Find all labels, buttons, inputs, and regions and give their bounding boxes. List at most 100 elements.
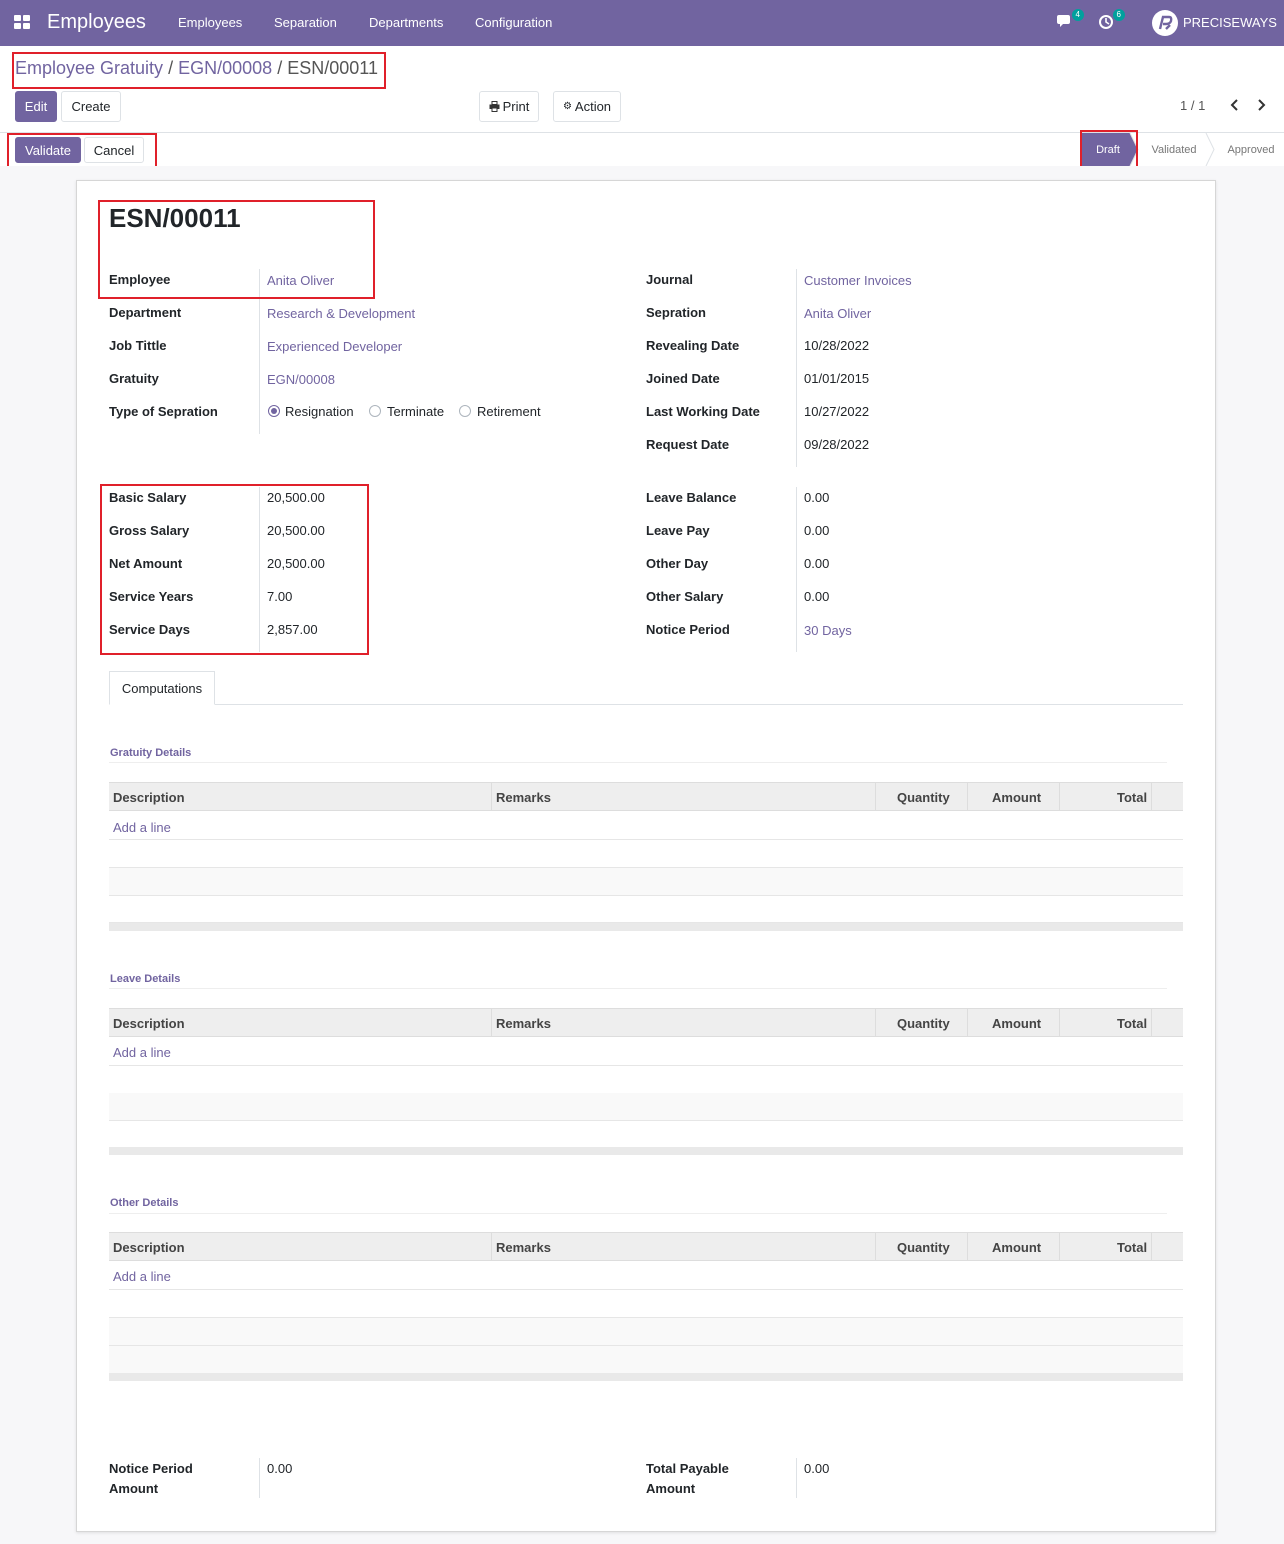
edit-button[interactable]: Edit — [15, 91, 57, 122]
activities-icon[interactable]: 6 — [1097, 9, 1125, 34]
chevron-right-icon[interactable] — [1256, 98, 1268, 115]
radio-retirement-label[interactable]: Retirement — [477, 404, 541, 419]
section-divider — [109, 762, 1167, 763]
gross-salary-value: 20,500.00 — [267, 523, 325, 538]
apps-menu-icon[interactable] — [14, 15, 31, 30]
department-value[interactable]: Research & Development — [267, 306, 415, 321]
col-separator — [1059, 1009, 1060, 1037]
table-footer — [109, 1373, 1183, 1381]
other-details-title: Other Details — [110, 1197, 179, 1209]
radio-resignation[interactable] — [268, 405, 280, 417]
col-amount[interactable]: Amount — [992, 1016, 1041, 1031]
section-divider — [109, 1213, 1167, 1214]
separation-value[interactable]: Anita Oliver — [804, 306, 871, 321]
net-amount-value: 20,500.00 — [267, 556, 325, 571]
radio-retirement[interactable] — [459, 405, 471, 417]
col-remarks[interactable]: Remarks — [496, 1016, 551, 1031]
col-quantity[interactable]: Quantity — [897, 1016, 950, 1031]
gratuity-value[interactable]: EGN/00008 — [267, 372, 335, 387]
journal-label: Journal — [646, 272, 693, 287]
revealing-date-label: Revealing Date — [646, 338, 740, 353]
col-separator — [1151, 783, 1152, 811]
app-title[interactable]: Employees — [47, 11, 146, 34]
action-button[interactable]: ⚙ Action — [553, 91, 621, 122]
table-row — [109, 1093, 1183, 1121]
cancel-button[interactable]: Cancel — [84, 137, 144, 163]
col-total[interactable]: Total — [1117, 790, 1147, 805]
table-row — [109, 1346, 1183, 1374]
radio-resignation-label[interactable]: Resignation — [285, 404, 354, 419]
pager-value[interactable]: 1 / 1 — [1180, 98, 1205, 113]
col-separator — [875, 783, 876, 811]
print-icon — [489, 101, 500, 112]
leave-add-line[interactable]: Add a line — [113, 1045, 171, 1060]
col-remarks[interactable]: Remarks — [496, 790, 551, 805]
separation-type-label: Type of Sepration — [109, 404, 218, 419]
radio-terminate-label[interactable]: Terminate — [387, 404, 444, 419]
col-total[interactable]: Total — [1117, 1240, 1147, 1255]
radio-terminate[interactable] — [369, 405, 381, 417]
table-row — [109, 812, 1183, 840]
create-button[interactable]: Create — [61, 91, 121, 122]
journal-value[interactable]: Customer Invoices — [804, 273, 912, 288]
field-separator — [259, 269, 260, 434]
chevron-left-icon[interactable] — [1228, 98, 1240, 115]
col-remarks[interactable]: Remarks — [496, 1240, 551, 1255]
company-name[interactable]: PRECISEWAYS — [1183, 15, 1277, 30]
col-description[interactable]: Description — [113, 1240, 185, 1255]
messages-icon[interactable]: 4 — [1056, 9, 1084, 34]
col-amount[interactable]: Amount — [992, 790, 1041, 805]
field-separator — [796, 269, 797, 467]
notice-period-amount-value: 0.00 — [267, 1461, 293, 1476]
col-total[interactable]: Total — [1117, 1016, 1147, 1031]
col-quantity[interactable]: Quantity — [897, 1240, 950, 1255]
gratuity-label: Gratuity — [109, 371, 159, 386]
breadcrumb-current: ESN/00011 — [287, 58, 378, 78]
leave-balance-label: Leave Balance — [646, 490, 737, 505]
separation-label: Sepration — [646, 305, 706, 320]
job-title-label: Job Tittle — [109, 338, 167, 353]
basic-salary-value: 20,500.00 — [267, 490, 325, 505]
col-separator — [967, 783, 968, 811]
total-payable-amount-value: 0.00 — [804, 1461, 830, 1476]
breadcrumb-parent[interactable]: EGN/00008 — [178, 58, 272, 78]
leave-details-title: Leave Details — [110, 973, 181, 985]
total-payable-amount-label-line2: Amount — [646, 1481, 696, 1496]
status-step-draft[interactable]: Draft — [1082, 133, 1134, 166]
revealing-date-value: 10/28/2022 — [804, 338, 870, 353]
tab-bar-line — [109, 704, 1183, 705]
record-title: ESN/00011 — [109, 203, 241, 233]
field-separator — [796, 1458, 797, 1498]
col-description[interactable]: Description — [113, 1016, 185, 1031]
menu-separation[interactable]: Separation — [274, 15, 337, 30]
other-add-line[interactable]: Add a line — [113, 1269, 171, 1284]
validate-button[interactable]: Validate — [15, 137, 81, 163]
col-separator — [967, 1009, 968, 1037]
col-amount[interactable]: Amount — [992, 1240, 1041, 1255]
notice-period-value[interactable]: 30 Days — [804, 623, 852, 638]
gratuity-table-header: Description Remarks Quantity Amount Tota… — [109, 782, 1183, 811]
col-separator — [1151, 1009, 1152, 1037]
col-quantity[interactable]: Quantity — [897, 790, 950, 805]
company-logo[interactable] — [1152, 10, 1178, 36]
leave-pay-value: 0.00 — [804, 523, 830, 538]
table-row — [109, 895, 1183, 923]
total-payable-amount-label-line1: Total Payable — [646, 1461, 729, 1476]
gratuity-details-title: Gratuity Details — [110, 747, 192, 759]
menu-departments[interactable]: Departments — [369, 15, 443, 30]
table-row — [109, 868, 1183, 896]
print-button[interactable]: Print — [479, 91, 539, 122]
tab-computations[interactable]: Computations — [109, 671, 215, 705]
job-title-value[interactable]: Experienced Developer — [267, 339, 402, 354]
status-step-approved[interactable]: Approved — [1216, 133, 1284, 166]
menu-configuration[interactable]: Configuration — [475, 15, 552, 30]
col-description[interactable]: Description — [113, 790, 185, 805]
employee-value[interactable]: Anita Oliver — [267, 273, 334, 288]
notice-period-label: Notice Period — [646, 622, 730, 637]
gratuity-add-line[interactable]: Add a line — [113, 820, 171, 835]
service-days-value: 2,857.00 — [267, 622, 318, 637]
breadcrumb-root[interactable]: Employee Gratuity — [15, 58, 163, 78]
status-step-validated[interactable]: Validated — [1138, 133, 1210, 166]
col-separator — [967, 1233, 968, 1261]
menu-employees[interactable]: Employees — [178, 15, 242, 30]
